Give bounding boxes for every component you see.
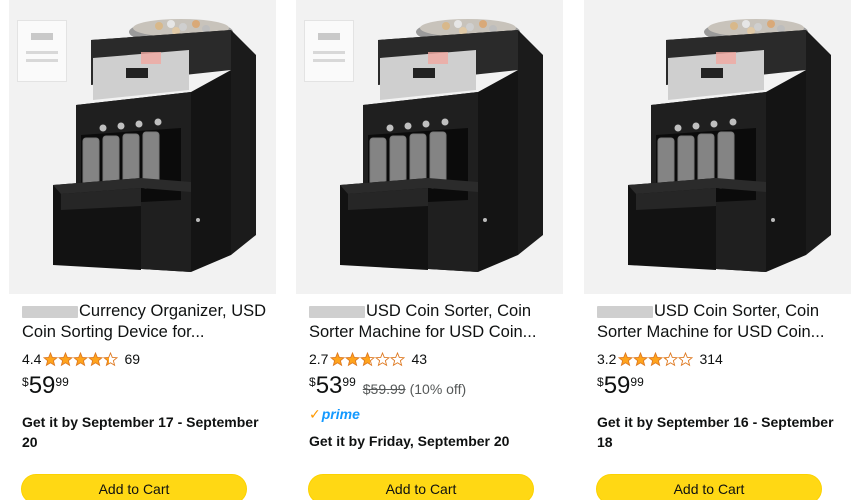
star-icon [330,351,346,366]
star-rating[interactable] [618,351,694,367]
rating-value: 2.7 [309,351,329,367]
list-price: $59.99 [362,381,406,397]
redacted-brand [22,305,78,318]
price-fraction: 99 [630,375,644,389]
rating-row[interactable]: 2.7 43 [309,349,427,369]
rating-value: 3.2 [597,351,617,367]
coin-sorter-image[interactable] [31,10,261,272]
price: $ 59 99 [597,371,644,401]
star-icon [648,351,664,366]
prime-badge: ✓prime [309,406,360,423]
review-count[interactable]: 314 [699,351,722,367]
price-fraction: 99 [342,375,356,389]
add-to-cart-button[interactable]: Add to Cart [308,474,534,500]
product-image-area[interactable] [584,0,851,294]
star-icon [73,351,89,366]
price-currency: $ [309,375,316,389]
star-icon [678,351,694,366]
star-icon [375,351,391,366]
price: $ 59 99 [22,371,69,401]
price-whole: 59 [28,372,56,399]
add-to-cart-button[interactable]: Add to Cart [596,474,822,500]
star-icon [360,351,376,366]
redacted-brand [309,305,365,318]
coin-sorter-image[interactable] [606,10,836,272]
star-rating[interactable] [43,351,119,367]
star-icon [618,351,634,366]
price-whole: 53 [315,372,343,399]
product-image-area[interactable] [9,0,276,294]
star-icon [103,351,119,366]
product-title[interactable]: USD Coin Sorter, Coin Sorter Machine for… [597,301,843,343]
price-whole: 59 [603,372,631,399]
product-card[interactable]: USD Coin Sorter, Coin Sorter Machine for… [584,0,851,500]
star-rating[interactable] [330,351,406,367]
rating-row[interactable]: 4.4 69 [22,349,140,369]
delivery-info: Get it by Friday, September 20 [309,433,510,449]
star-icon [345,351,361,366]
price-currency: $ [22,375,29,389]
star-icon [58,351,74,366]
prime-label: prime [321,406,360,422]
delivery-info: Get it by September 17 - September 20 [22,414,259,450]
product-image-area[interactable] [296,0,563,294]
rating-row[interactable]: 3.2 314 [597,349,723,369]
price-currency: $ [597,375,604,389]
star-icon [43,351,59,366]
product-card[interactable]: Currency Organizer, USD Coin Sorting Dev… [9,0,276,500]
discount-badge: (10% off) [409,381,467,397]
star-icon [88,351,104,366]
coin-sorter-image[interactable] [318,10,548,272]
product-card[interactable]: USD Coin Sorter, Coin Sorter Machine for… [296,0,563,500]
product-title[interactable]: Currency Organizer, USD Coin Sorting Dev… [22,301,268,343]
star-icon [390,351,406,366]
delivery-info: Get it by September 16 - September 18 [597,414,834,450]
price-fraction: 99 [55,375,69,389]
prime-check-icon: ✓ [309,406,321,422]
review-count[interactable]: 69 [124,351,140,367]
price: $ 53 99 $59.99 (10% off) [309,371,466,401]
rating-value: 4.4 [22,351,42,367]
review-count[interactable]: 43 [411,351,427,367]
add-to-cart-button[interactable]: Add to Cart [21,474,247,500]
star-icon [633,351,649,366]
redacted-brand [597,305,653,318]
product-title[interactable]: USD Coin Sorter, Coin Sorter Machine for… [309,301,555,343]
star-icon [663,351,679,366]
